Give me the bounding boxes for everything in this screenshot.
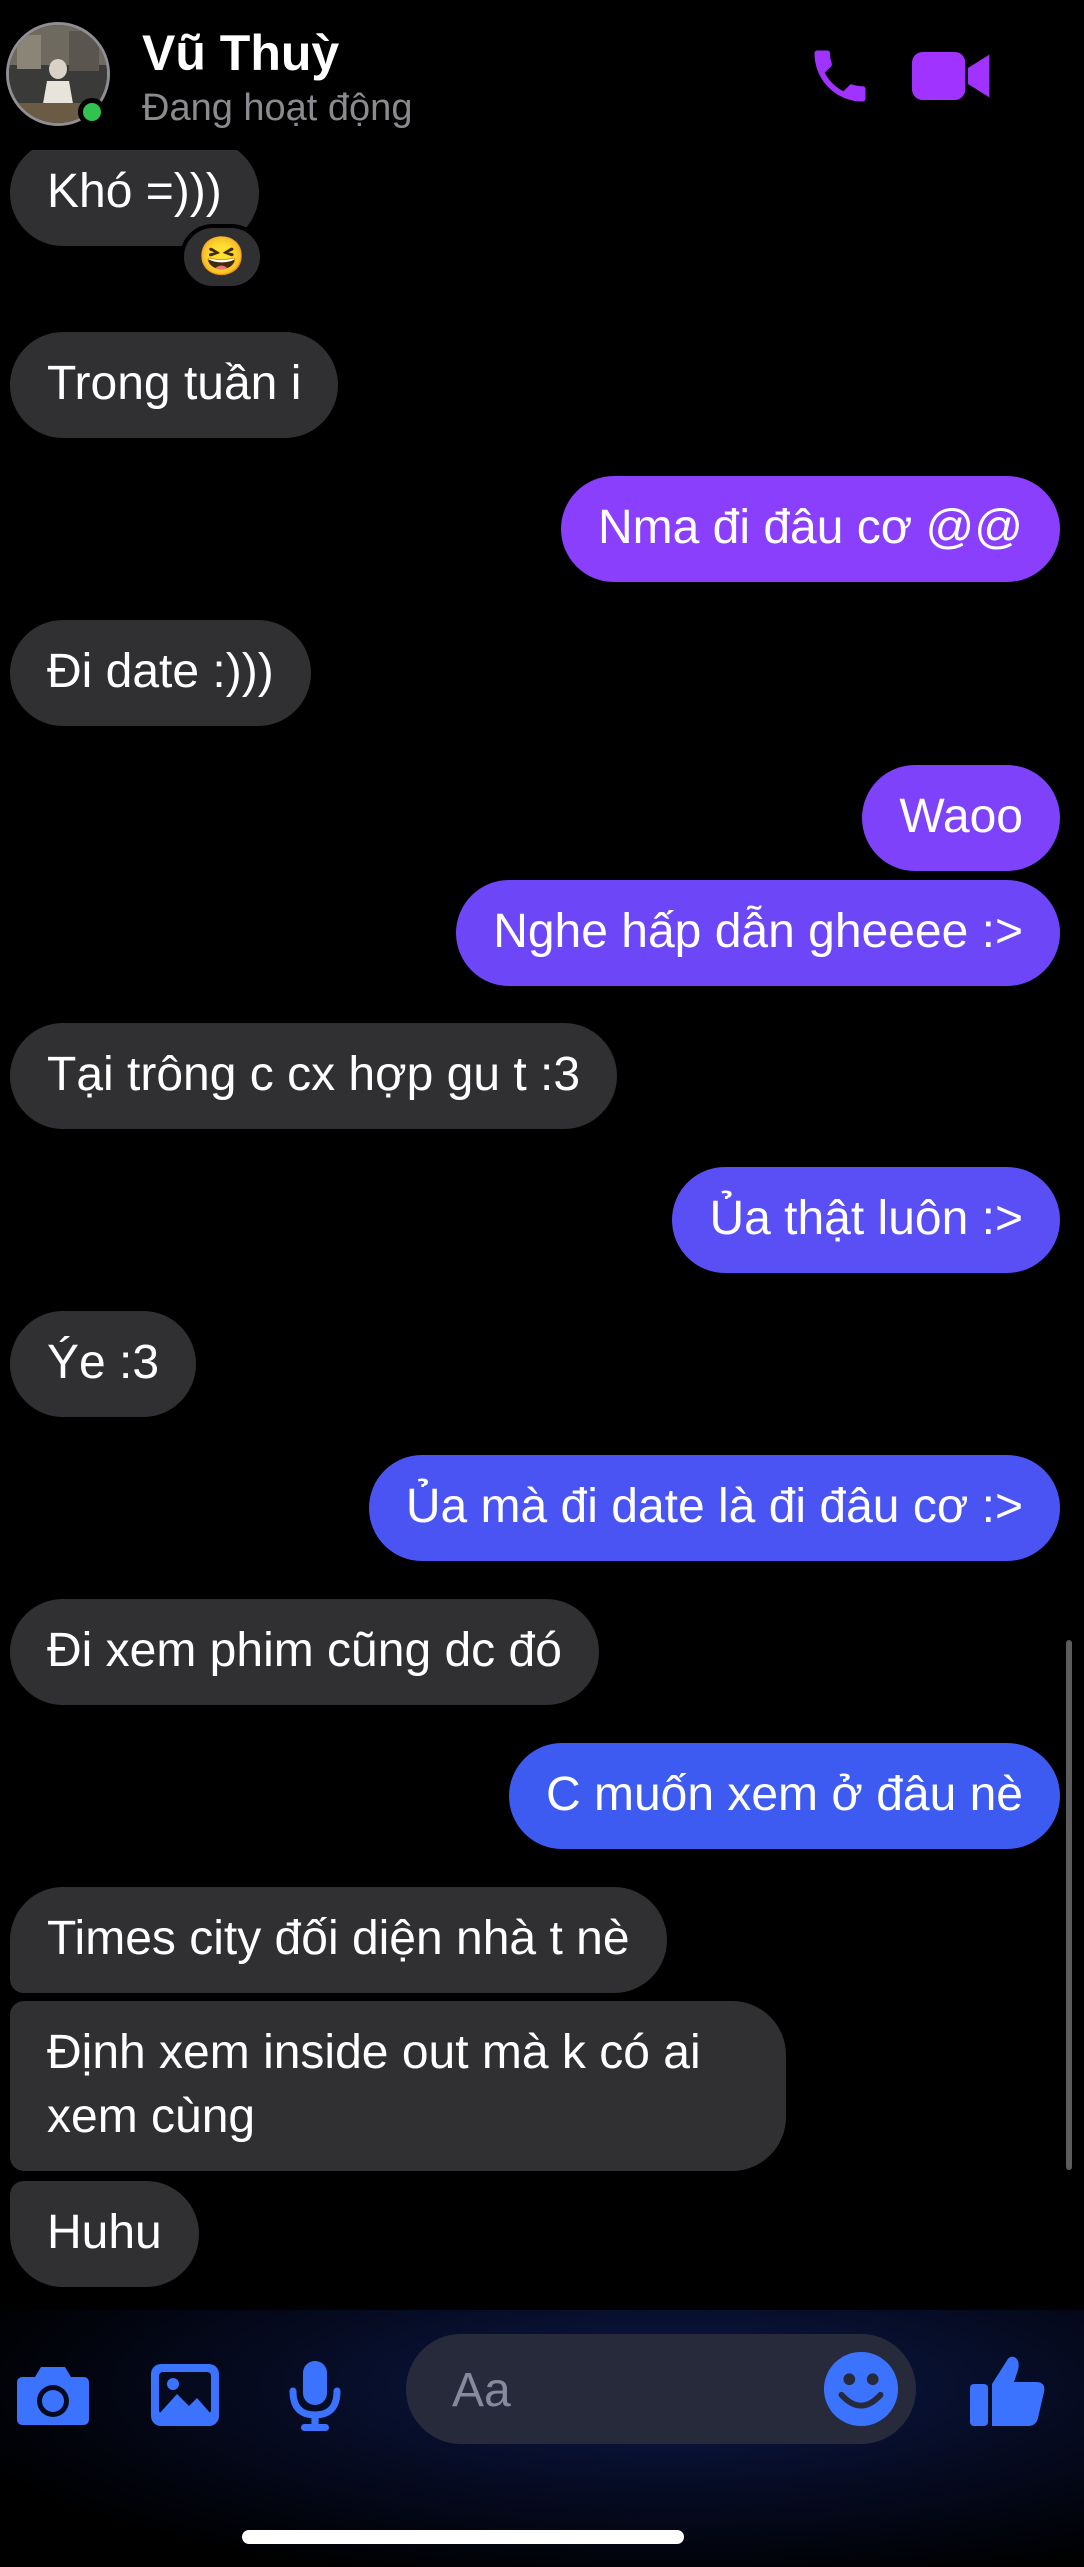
message-input-pill[interactable] [406,2334,916,2446]
phone-icon [814,50,866,102]
message-incoming[interactable]: Đi xem phim cũng dc đó [10,1599,599,1705]
message-text: Times city đối diện nhà t nè [47,1912,630,1965]
message-text: Nghe hấp dẫn gheeee :> [493,905,1023,958]
message-incoming[interactable]: Huhu [10,2181,199,2287]
message-text: Trong tuần i [47,357,302,410]
message-composer [0,2310,1084,2567]
message-text: Ýe :3 [47,1336,160,1389]
message-outgoing[interactable]: Nma đi đâu cơ @@ [560,476,1060,582]
online-status-dot [78,98,106,126]
contact-name[interactable]: Vũ Thuỳ [142,24,339,82]
message-outgoing[interactable]: Ủa mà đi date là đi đâu cơ :> [368,1455,1060,1561]
gallery-icon [151,2364,219,2426]
laughing-emoji-icon: 😆 [198,236,246,278]
message-incoming[interactable]: Trong tuần i [10,332,339,438]
message-text: C muốn xem ở đâu nè [545,1768,1023,1821]
message-outgoing[interactable]: Nghe hấp dẫn gheeee :> [456,880,1060,986]
voice-call-button[interactable] [800,40,880,112]
message-text: Waoo [899,790,1023,843]
emoji-button[interactable] [822,2350,900,2428]
scrollbar[interactable] [1066,1640,1072,2170]
message-outgoing[interactable]: Waoo [862,765,1060,871]
microphone-icon [289,2361,341,2431]
message-text: Đi xem phim cũng dc đó [47,1624,562,1677]
message-incoming[interactable]: Tại trông c cx hợp gu t :3 [10,1023,618,1129]
message-text: Tại trông c cx hợp gu t :3 [47,1048,581,1101]
video-call-button[interactable] [912,40,992,112]
message-incoming[interactable]: Định xem inside out mà k có ai xem cùng [10,2001,786,2171]
gallery-button[interactable] [140,2350,230,2440]
like-button[interactable] [962,2344,1054,2436]
message-thread[interactable]: Khó =))) 😆 Trong tuần i Nma đi đâu cơ @@… [0,140,1084,2310]
message-text: Khó =))) [47,165,222,218]
message-reaction[interactable]: 😆 [180,224,264,290]
message-outgoing[interactable]: Ủa thật luôn :> [672,1167,1060,1273]
camera-button[interactable] [8,2350,98,2440]
emoji-icon [823,2351,899,2427]
message-incoming[interactable]: Ýe :3 [10,1311,197,1417]
home-indicator[interactable] [242,2530,684,2544]
contact-status: Đang hoạt động [142,87,413,129]
message-input[interactable] [450,2334,814,2446]
message-incoming[interactable]: Times city đối diện nhà t nè [10,1887,667,1993]
microphone-button[interactable] [270,2350,360,2440]
video-camera-icon [912,52,990,100]
message-text: Ủa mà đi date là đi đâu cơ :> [405,1480,1023,1533]
message-incoming[interactable]: Đi date :))) [10,620,311,726]
thumbs-up-icon [970,2356,1045,2426]
message-text: Nma đi đâu cơ @@ [597,501,1023,554]
message-text: Ủa thật luôn :> [709,1192,1023,1245]
camera-icon [17,2367,89,2425]
message-text: Huhu [47,2206,162,2259]
message-text: Đi date :))) [47,645,274,698]
message-text: Định xem inside out mà k có ai xem cùng [47,2026,701,2143]
chat-header: Vũ Thuỳ Đang hoạt động [0,0,1084,150]
message-outgoing[interactable]: C muốn xem ở đâu nè [508,1743,1060,1849]
